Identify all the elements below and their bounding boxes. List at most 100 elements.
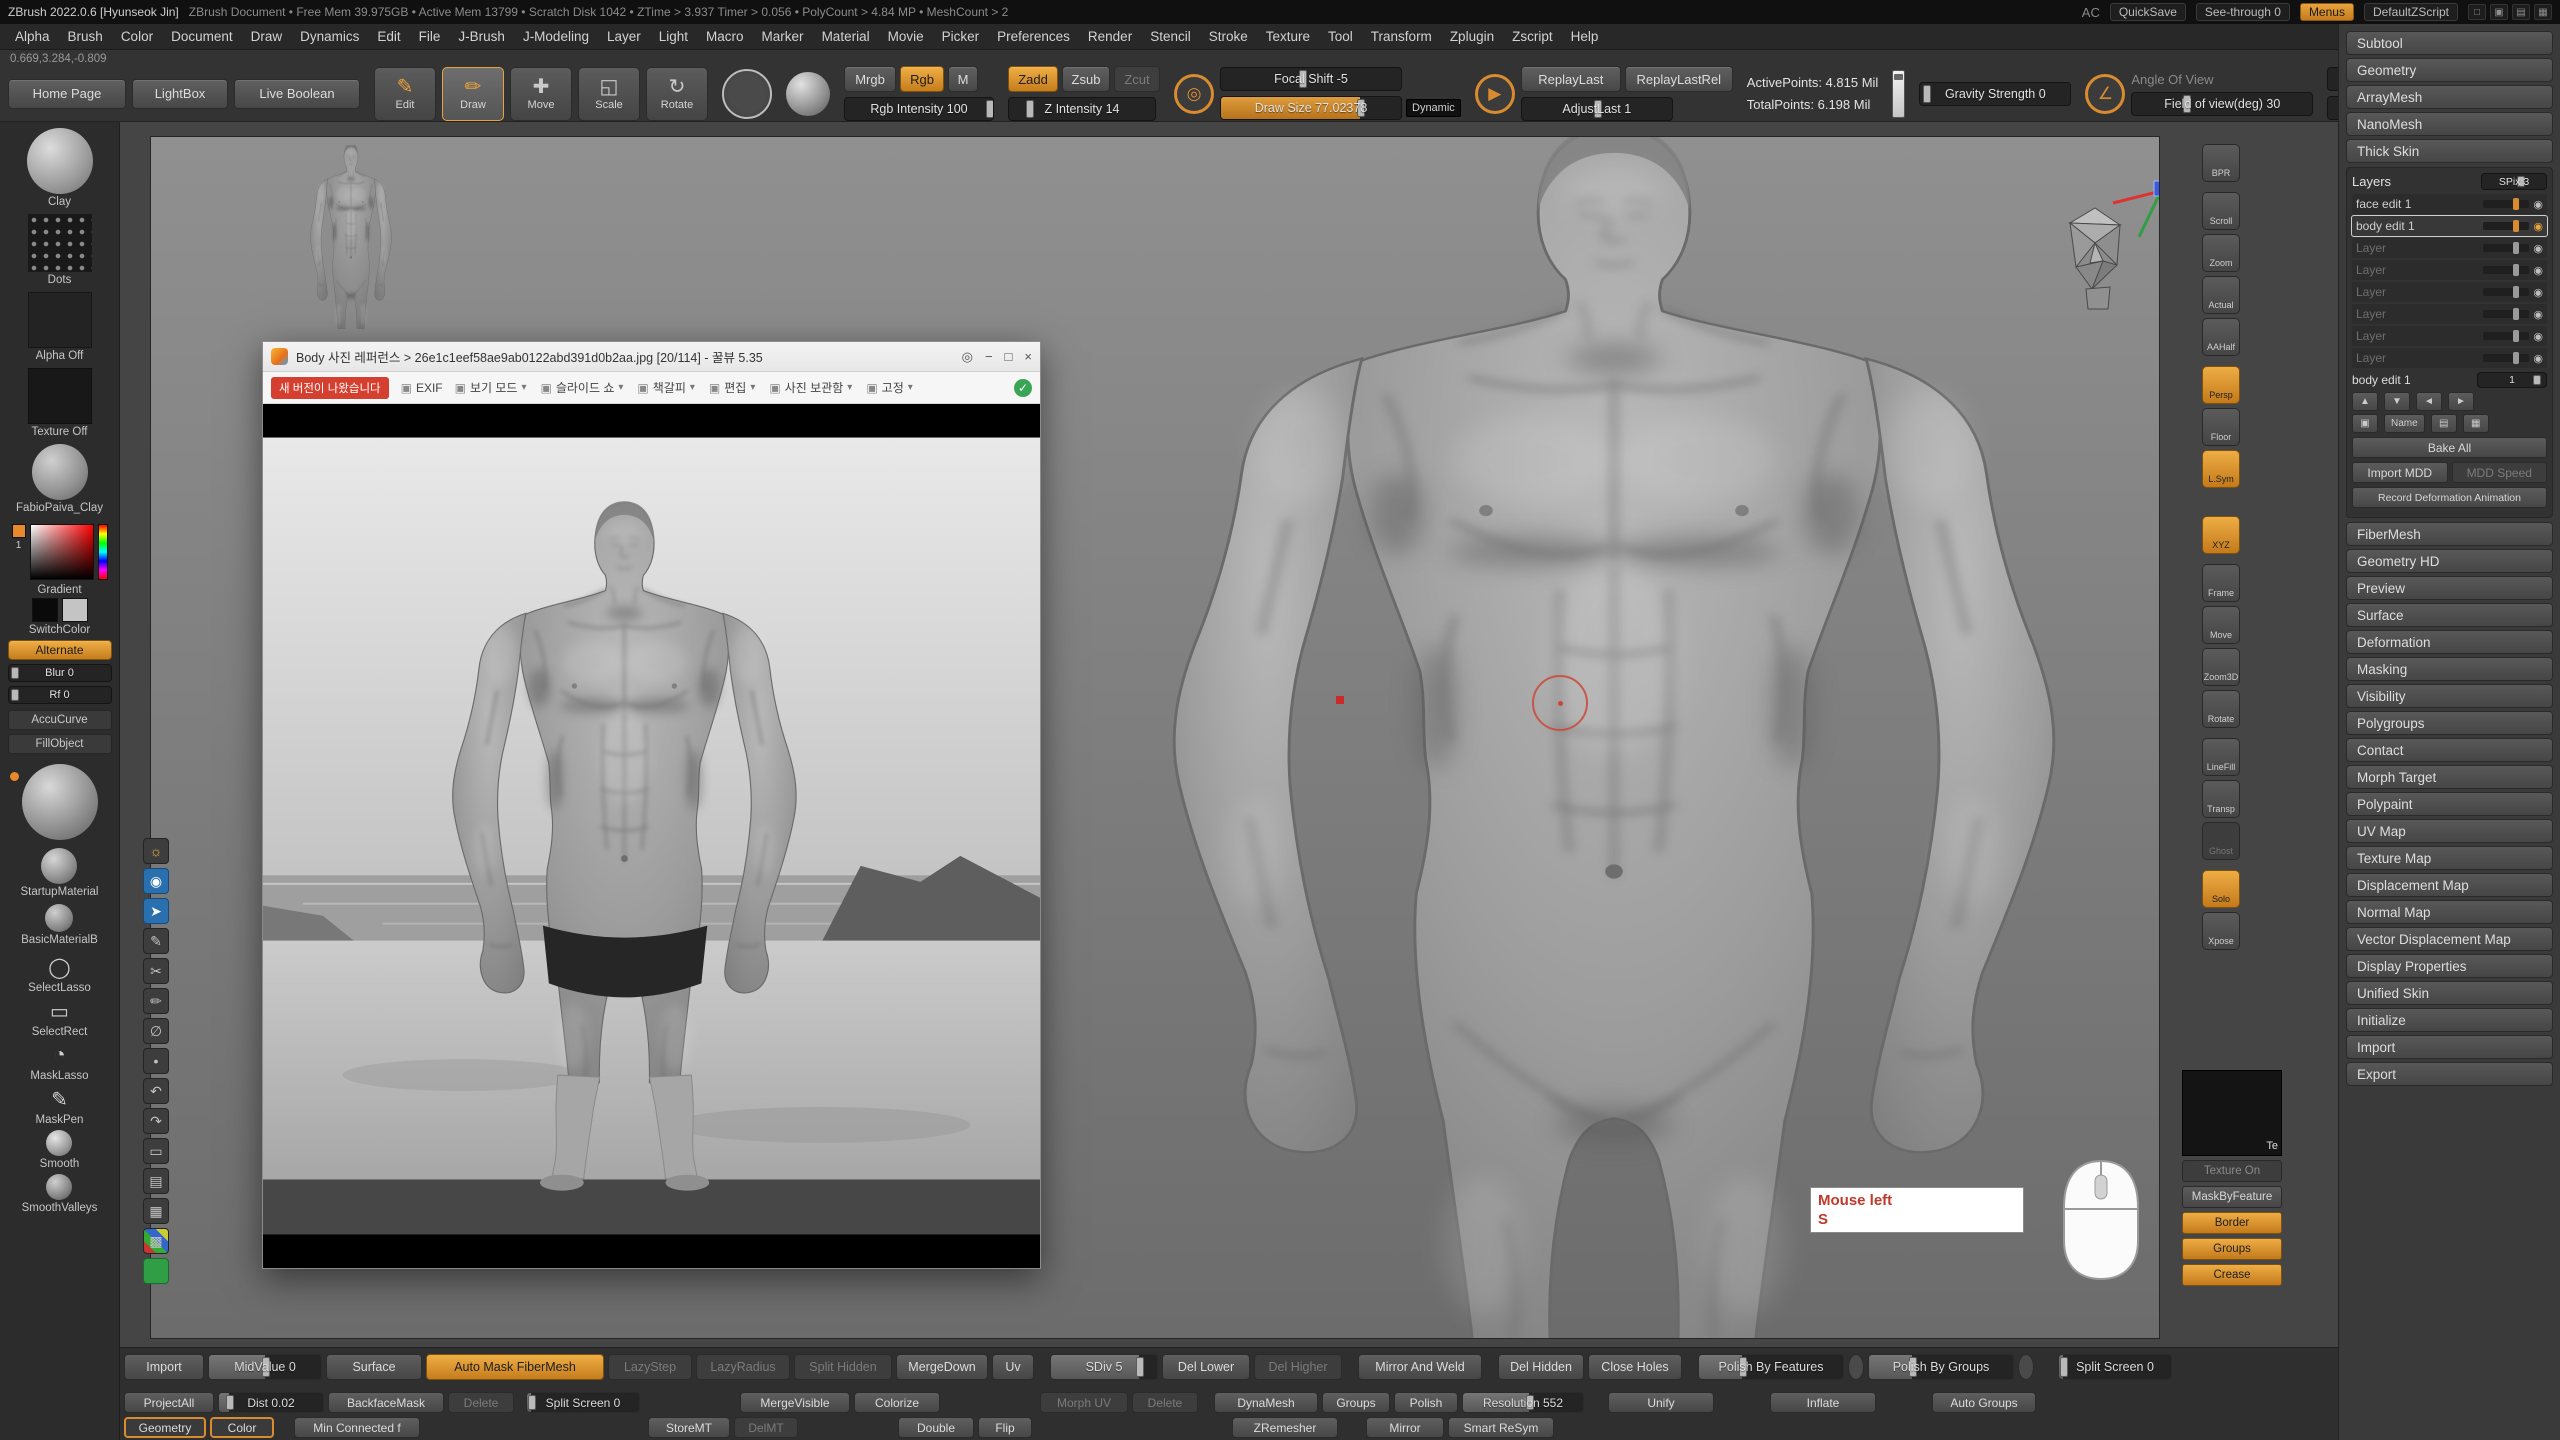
tool-section[interactable]: Geometry HD [2346,549,2553,573]
replay-button[interactable]: ReplayLastRel [1625,66,1733,92]
menu-item[interactable]: Render [1079,24,1141,50]
tool-section[interactable]: Polypaint [2346,792,2553,816]
tool-section[interactable]: Contact [2346,738,2553,762]
bottom-bar-item[interactable]: Auto Mask FiberMesh [426,1354,604,1380]
move-button[interactable]: Move [2202,606,2240,644]
secondary-color-swatch[interactable] [62,598,88,622]
tool-section[interactable]: Subtool [2346,31,2553,55]
import-mdd-button[interactable]: Import MDD [2352,462,2448,483]
layer-tool-button[interactable]: ▣ [2352,414,2378,433]
mode-button[interactable]: ◱ Scale [578,67,640,121]
photo-window-titlebar[interactable]: Body 사진 레퍼런스 > 26e1c1eef58ae9ab0122abd39… [263,342,1040,372]
bottom-bar-item[interactable] [2018,1354,2034,1380]
menu-item[interactable]: Preferences [988,24,1079,50]
bottom-bar-item[interactable]: MergeDown [896,1354,988,1380]
menu-item[interactable]: Stencil [1141,24,1200,50]
dot-icon[interactable]: • [143,1048,169,1074]
tool-section[interactable]: Export [2346,1062,2553,1086]
document-viewport[interactable]: Body 사진 레퍼런스 > 26e1c1eef58ae9ab0122abd39… [150,136,2160,1339]
shelf-nav-button[interactable]: Home Page [8,79,126,109]
tool-section[interactable]: Normal Map [2346,900,2553,924]
eye-icon[interactable]: ◉ [143,868,169,894]
ruler-icon[interactable]: ∅ [143,1018,169,1044]
menu-item[interactable]: Transform [1362,24,1441,50]
maskbyfeature-button[interactable]: MaskByFeature [2182,1186,2282,1208]
floor-button[interactable]: Floor [2202,408,2240,446]
sculpt-model[interactable] [1071,137,2157,1339]
menu-item[interactable]: Dynamics [291,24,368,50]
bottom-bar-item[interactable]: Geometry [124,1417,206,1438]
layer-row[interactable]: body edit 1 ◉ [2352,216,2547,236]
bottom-bar-item[interactable]: LazyStep [608,1354,692,1380]
menu-item[interactable]: Stroke [1200,24,1257,50]
minimize-icon[interactable]: − [985,349,993,365]
menu-item[interactable]: Edit [368,24,409,50]
persp-button[interactable]: Persp [2202,366,2240,404]
current-layer-name[interactable]: body edit 1 [2352,373,2471,387]
spix-slider[interactable]: SPix 3 [2481,173,2547,190]
bottom-bar-item[interactable]: MidValue 0 [208,1354,322,1380]
menus-button[interactable]: Menus [2300,3,2354,21]
layer-eye-icon[interactable]: ◉ [2533,352,2543,365]
bottom-bar-item[interactable]: Color [210,1417,274,1438]
bottom-bar-item[interactable]: Resolution 552 [1462,1392,1584,1413]
focal-shift-slider[interactable]: Focal Shift -5 [1220,67,1402,91]
saturation-value-square[interactable] [30,524,94,580]
layer-arrow-button[interactable]: ► [2448,392,2474,411]
stroke-preview-icon[interactable] [722,69,772,119]
rgb-intensity-slider[interactable]: Rgb Intensity 100 [844,97,994,121]
bottom-bar-item[interactable]: Delete [448,1392,514,1413]
bottom-bar-item[interactable]: Del Higher [1254,1354,1342,1380]
material-preview-icon[interactable] [786,72,830,116]
dynamic-tag[interactable]: Dynamic [1406,99,1461,117]
accucurve-button[interactable]: AccuCurve [8,710,112,730]
bottom-bar-item[interactable]: Close Holes [1588,1354,1682,1380]
see-through-slider[interactable]: See-through 0 [2196,3,2290,21]
layer-row[interactable]: Layer ◉ [2352,304,2547,324]
close-icon[interactable]: × [1024,349,1032,365]
material-fabiopaiva-clay[interactable]: FabioPaiva_Clay [16,444,103,514]
tool-section[interactable]: Texture Map [2346,846,2553,870]
layer-row[interactable]: Layer ◉ [2352,238,2547,258]
layer-row[interactable]: Layer ◉ [2352,348,2547,368]
brush-clay[interactable]: Clay [27,128,93,208]
layer-arrow-button[interactable]: ◄ [2416,392,2442,411]
tool-section[interactable]: Unified Skin [2346,981,2553,1005]
layer-eye-icon[interactable]: ◉ [2533,198,2543,211]
photo-menu-item[interactable]: ▣ 책갈피 ▾ [637,379,695,396]
record-deformation-button[interactable]: Record Deformation Animation [2352,487,2547,508]
bottom-bar-item[interactable]: StoreMT [648,1417,730,1438]
tool-section[interactable]: Morph Target [2346,765,2553,789]
cursor-icon[interactable]: ➤ [143,898,169,924]
layer-intensity-slider[interactable] [2483,266,2529,274]
draw-size-slider[interactable]: Draw Size 77.02378 [1220,96,1402,120]
material-startup[interactable]: StartupMaterial [21,848,99,898]
gravity-direction-slider[interactable] [1892,70,1905,118]
bottom-bar-item[interactable]: Flip [978,1417,1032,1438]
pen-icon[interactable]: ✎ [143,928,169,954]
bottom-bar-item[interactable]: Del Lower [1162,1354,1250,1380]
tool-section[interactable]: Deformation [2346,630,2553,654]
tool-section[interactable]: Display Properties [2346,954,2553,978]
pencil-icon[interactable]: ✏ [143,988,169,1014]
brush-selectrect[interactable]: ▭ SelectRect [32,998,88,1038]
bottom-bar-item[interactable]: Mirror And Weld [1358,1354,1482,1380]
hue-bar[interactable] [98,524,108,580]
color-palette-icon[interactable]: ▩ [143,1228,169,1254]
tool-section[interactable]: Initialize [2346,1008,2553,1032]
menu-item[interactable]: Texture [1257,24,1319,50]
rf-slider[interactable]: Rf 0 [8,686,112,704]
clipboard-icon[interactable]: ▤ [143,1168,169,1194]
bottom-bar-item[interactable]: Split Screen 0 [526,1392,640,1413]
tool-section[interactable]: FiberMesh [2346,522,2553,546]
brush-maskpen[interactable]: ✎ MaskPen [36,1086,84,1126]
exif-button[interactable]: ▣ EXIF [401,381,443,395]
texture-thumbnail[interactable]: Te [2182,1070,2282,1156]
menu-item[interactable]: Layer [598,24,650,50]
layer-row[interactable]: Layer ◉ [2352,326,2547,346]
bottom-bar-item[interactable]: Double [898,1417,974,1438]
solo-button[interactable]: Solo [2202,870,2240,908]
bottom-bar-item[interactable]: DynaMesh [1214,1392,1318,1413]
texture-on-button[interactable]: Texture On [2182,1160,2282,1182]
bottom-bar-item[interactable]: Polish By Features [1698,1354,1844,1380]
